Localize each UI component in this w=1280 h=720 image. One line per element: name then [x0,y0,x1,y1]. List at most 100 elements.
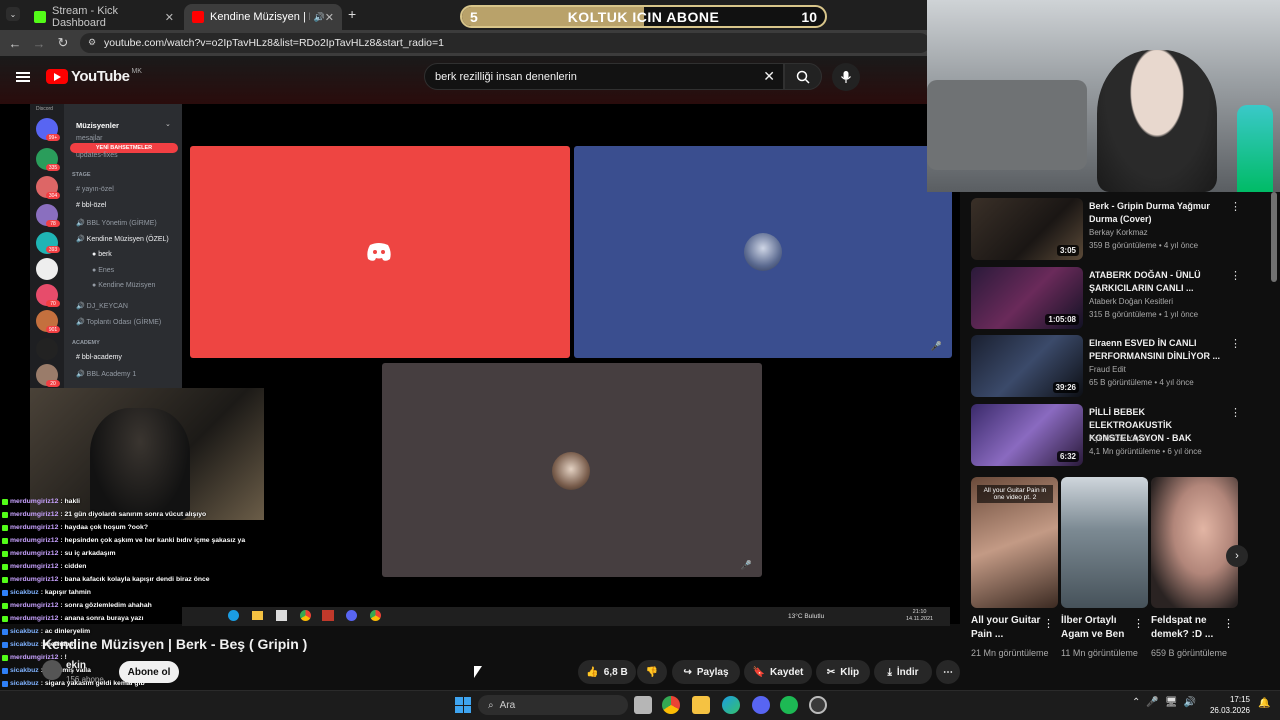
rec-menu-icon[interactable]: ⋮ [1230,200,1241,213]
rec-channel[interactable]: Fraud Edit [1089,365,1126,374]
chrome-icon [370,610,381,621]
clear-search-icon[interactable]: ✕ [763,68,775,85]
chat-username[interactable]: sicakbuz [10,641,39,648]
file-explorer-icon[interactable] [692,696,710,714]
rec-thumbnail[interactable]: 6:32 [971,403,1083,466]
site-info-icon[interactable]: ⚙ [88,37,96,48]
short-title[interactable]: Feldspat ne demek? :D ... [1151,614,1221,642]
tab-search-button[interactable]: ⌄ [6,7,20,21]
channel-name[interactable]: ekin [66,660,86,671]
chat-username[interactable]: sicakbuz [10,667,39,674]
dislike-button[interactable]: 👎 [637,660,667,684]
chat-username[interactable]: merdumgiriz12 [10,498,58,505]
channel-avatar[interactable] [42,660,62,680]
back-button[interactable]: ← [6,34,24,52]
rec-menu-icon[interactable]: ⋮ [1230,269,1241,282]
country-code: MK [131,68,142,75]
chat-username[interactable]: sicakbuz [10,589,39,596]
chat-username[interactable]: sicakbuz [10,680,39,687]
chat-username[interactable]: merdumgiriz12 [10,524,58,531]
search-button[interactable] [784,63,822,90]
rec-menu-icon[interactable]: ⋮ [1230,337,1241,350]
search-input[interactable]: berk rezilliği insan denenlerin ✕ [424,63,784,90]
rec-channel[interactable]: Ataberk Doğan Kesitleri [1089,297,1173,306]
url-field[interactable]: youtube.com/watch?v=o2IpTavHLz8&list=RDo… [80,33,930,53]
download-icon: ⤓ [887,666,892,678]
chrome-taskbar-icon[interactable] [662,696,680,714]
person-silhouette [1097,50,1217,192]
youtube-logo[interactable]: YouTube MK [46,68,142,85]
tray-icons[interactable]: ⌃🎤🖥🔊 [1132,697,1202,708]
rec-title[interactable]: Elraenn ESVED İN CANLI PERFORMANSINI DİN… [1089,337,1221,363]
close-tab-icon[interactable]: ✕ [165,11,174,24]
discord-taskbar-icon[interactable] [752,696,770,714]
tab-youtube[interactable]: Kendine Müzisyen | Berk - E 🔊 ✕ [184,4,342,30]
download-button[interactable]: ⤓ İndir [874,660,932,684]
server-badge: 20 [46,380,60,387]
short-title[interactable]: İlber Ortaylı Agam ve Ben [1061,614,1131,642]
edge-taskbar-icon[interactable] [722,696,740,714]
close-tab-icon[interactable]: ✕ [325,11,334,24]
sub-goal-label: KOLTUK ICIN ABONE [567,8,720,25]
rec-channel[interactable]: Aşk Müzik Yapım [1089,434,1150,443]
chat-username[interactable]: merdumgiriz12 [10,511,58,518]
like-button[interactable]: 👍 6,8 B [578,660,636,684]
menu-icon[interactable] [16,70,30,84]
discord-channel: # bbl-özel [76,202,107,209]
subscribe-button[interactable]: Abone ol [119,661,179,683]
discord-logo-icon [367,243,391,261]
chat-badge-icon [2,602,8,609]
rec-meta: 4,1 Mn görüntüleme • 6 yıl önce [1089,446,1202,456]
save-button[interactable]: 🔖 Kaydet [744,660,812,684]
chat-username[interactable]: merdumgiriz12 [10,537,58,544]
couch-shape [927,80,1087,170]
spotify-icon[interactable] [780,696,798,714]
discord-channel: mesajlar [76,135,103,142]
rec-title[interactable]: ATABERK DOĞAN - ÜNLÜ ŞARKICILARIN CANLI … [1089,269,1221,295]
chat-username[interactable]: merdumgiriz12 [10,615,58,622]
short-menu-icon[interactable]: ⋮ [1223,617,1234,630]
short-thumbnail[interactable] [1061,477,1148,608]
short-thumbnail[interactable]: All your Guitar Pain in one video pt. 2 [971,477,1058,608]
voice-user-name: Enes [98,267,115,274]
short-menu-icon[interactable]: ⋮ [1133,617,1144,630]
notification-icon[interactable]: 🔔 [1258,698,1270,709]
chat-line: merdumgiriz12: cidden [2,563,86,570]
more-actions-button[interactable]: ⋯ [936,660,960,684]
obs-icon[interactable] [809,696,827,714]
tab-kick-dashboard[interactable]: Stream - Kick Dashboard ✕ [26,4,182,30]
chat-username[interactable]: sicakbuz [10,628,39,635]
short-thumbnail[interactable] [1151,477,1238,608]
short-title[interactable]: All your Guitar Pain ... [971,614,1041,642]
forward-button[interactable]: → [30,34,48,52]
speaker-icon[interactable]: 🔊 [314,12,325,23]
new-tab-button[interactable]: + [348,6,356,22]
chat-username[interactable]: merdumgiriz12 [10,550,58,557]
chat-username[interactable]: merdumgiriz12 [10,563,58,570]
rec-duration: 3:05 [1056,245,1079,256]
rec-thumbnail[interactable]: 1:05:08 [971,266,1083,329]
task-view-icon[interactable] [634,696,652,714]
clip-label: Klip [840,666,860,678]
share-button[interactable]: ↪ Paylaş [672,660,740,684]
scrollbar[interactable] [1271,192,1277,282]
clip-button[interactable]: ✂ Klip [816,660,870,684]
chat-message: : hakli [60,498,80,505]
rec-title[interactable]: Berk - Gripin Durma Yağmur Durma (Cover) [1089,200,1221,226]
chat-username[interactable]: merdumgiriz12 [10,602,58,609]
voice-search-button[interactable] [832,63,860,91]
taskbar-search[interactable]: ⌕ Ara [478,695,628,715]
reload-button[interactable]: ↻ [54,34,72,52]
start-button[interactable] [455,697,471,713]
shorts-next-button[interactable]: › [1226,545,1248,567]
rec-channel[interactable]: Berkay Korkmaz [1089,228,1148,237]
chat-username[interactable]: merdumgiriz12 [10,576,58,583]
rec-thumbnail[interactable]: 39:26 [971,335,1083,397]
tab-label: Kendine Müzisyen | Berk - E [210,11,310,23]
short-menu-icon[interactable]: ⋮ [1043,617,1054,630]
voice-user-name: berk [98,251,112,258]
rec-thumbnail[interactable]: 3:05 [971,198,1083,260]
taskbar-clock[interactable]: 17:15 26.03.2026 [1196,694,1250,716]
call-tile: 🎤 [382,363,762,577]
rec-menu-icon[interactable]: ⋮ [1230,406,1241,419]
